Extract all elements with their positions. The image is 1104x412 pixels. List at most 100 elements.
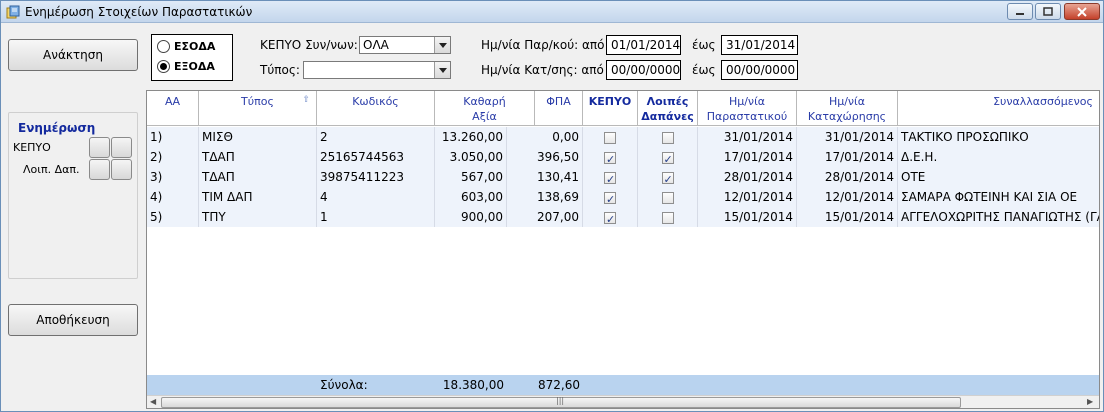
cell-aa: 5): [147, 207, 199, 227]
col-header-docdate[interactable]: Ημ/νία Παραστατικού: [698, 91, 797, 126]
col-header-code[interactable]: Κωδικός: [317, 91, 435, 126]
cell-aa: 2): [147, 147, 199, 167]
kepyo-filter-label: ΚΕΠΥΟ Συν/νων:: [260, 38, 358, 52]
grip-icon: |||: [556, 396, 565, 405]
reg-date-from-input[interactable]: 00/00/0000: [606, 60, 681, 80]
cell-code: 1: [317, 207, 435, 227]
col-header-other[interactable]: Λοιπές Δαπάνες: [638, 91, 698, 126]
col-header-type[interactable]: Τύπος ⇧: [199, 91, 317, 126]
kepyo-filter-select[interactable]: ΟΛΑ: [359, 36, 451, 54]
minimize-button[interactable]: [1007, 3, 1033, 20]
other-checkbox[interactable]: [661, 150, 674, 167]
cell-code: 2: [317, 127, 435, 147]
table-row[interactable]: 1) ΜΙΣΘ 2 13.260,00 0,00 31/01/2014 31/01/2014…: [147, 127, 1099, 147]
col-header-party[interactable]: Συναλλασσόμενος: [898, 91, 1099, 126]
col-header-net[interactable]: Καθαρή Αξία: [435, 91, 535, 126]
kepyo-filter-value: ΟΛΑ: [363, 38, 389, 52]
window-title: Ενημέρωση Στοιχείων Παραστατικών: [25, 5, 253, 19]
cell-regdate: 15/01/2014: [797, 207, 898, 227]
documents-grid[interactable]: ΑΑ Τύπος ⇧ Κωδικός Καθαρή Αξία ΦΠΑ ΚΕΠΥΟ …: [146, 90, 1100, 409]
cell-docdate: 15/01/2014: [698, 207, 797, 227]
cell-other: [638, 147, 698, 167]
scroll-right-icon[interactable]: ▶: [1087, 397, 1093, 406]
table-row[interactable]: 5)ΤΠΥ1900,00207,0015/01/201415/01/2014ΑΓ…: [147, 207, 1099, 227]
title-bar[interactable]: Ενημέρωση Στοιχείων Παραστατικών: [1, 1, 1103, 23]
reg-date-to-input[interactable]: 00/00/0000: [721, 60, 798, 80]
cell-code: 25165744563: [317, 147, 435, 167]
cell-code: 4: [317, 187, 435, 207]
cell-regdate: 17/01/2014: [797, 147, 898, 167]
table-row[interactable]: 3)ΤΔΑΠ39875411223567,00 130,41 28/01/20142…: [147, 167, 1099, 187]
type-filter-label: Τύπος:: [260, 63, 300, 77]
minimize-icon: [1016, 12, 1024, 15]
cell-party: ΤΑΚΤΙΚΟ ΠΡΟΣΩΠΙΚΟ: [898, 127, 1099, 147]
type-filter-select[interactable]: [303, 61, 451, 79]
radio-expense-circle[interactable]: [157, 60, 170, 73]
close-button[interactable]: [1064, 3, 1100, 20]
cell-type: ΜΙΣΘ: [199, 127, 317, 147]
cell-type: ΤΠΥ: [199, 207, 317, 227]
other-check-all-button[interactable]: [89, 159, 110, 180]
radio-expense[interactable]: ΕΞΟΔΑ: [157, 60, 215, 73]
cell-kepyo: [583, 147, 638, 167]
kepyo-checkbox[interactable]: [604, 170, 616, 187]
col-header-regdate[interactable]: Ημ/νία Καταχώρησης: [797, 91, 898, 126]
radio-income-circle[interactable]: [157, 40, 170, 53]
cell-docdate: 17/01/2014: [698, 147, 797, 167]
cell-docdate: 12/01/2014: [698, 187, 797, 207]
cell-party: ΟΤΕ: [898, 167, 1099, 187]
totals-net: 18.380,00: [442, 378, 504, 392]
maximize-button[interactable]: [1035, 3, 1061, 20]
chevron-down-icon[interactable]: [434, 37, 450, 53]
retrieve-button[interactable]: Ανάκτηση: [8, 39, 138, 71]
cell-code: 39875411223: [317, 167, 435, 187]
doc-date-to-input[interactable]: 31/01/2014: [721, 35, 798, 55]
table-row[interactable]: 4)ΤΙΜ ΔΑΠ4603,00 138,69 12/01/201412/01/20…: [147, 187, 1099, 207]
other-uncheck-all-button[interactable]: [111, 159, 132, 180]
cell-net: 13.260,00: [435, 127, 507, 147]
other-checkbox[interactable]: [661, 131, 674, 144]
cell-net: 900,00: [435, 207, 507, 227]
horizontal-scrollbar[interactable]: ◀ ||| ▶: [147, 395, 1099, 408]
col-header-vat[interactable]: ΦΠΑ: [535, 91, 583, 126]
totals-row: Σύνολα: 18.380,00 872,60: [147, 375, 1099, 395]
kepyo-checkbox[interactable]: [604, 150, 616, 167]
cell-type: ΤΙΜ ΔΑΠ: [199, 187, 317, 207]
kepyo-checkbox[interactable]: [604, 131, 616, 144]
other-checkbox[interactable]: [661, 191, 674, 204]
cell-docdate: 31/01/2014: [698, 127, 797, 147]
radio-income[interactable]: ΕΣΟΔΑ: [157, 40, 215, 53]
cell-regdate: 28/01/2014: [797, 167, 898, 187]
kepyo-checkbox[interactable]: [604, 190, 616, 207]
cell-vat: 0,00: [527, 127, 583, 147]
direction-radio-group: ΕΣΟΔΑ ΕΞΟΔΑ: [151, 34, 233, 81]
scrollbar-thumb[interactable]: |||: [161, 396, 961, 408]
save-button[interactable]: Αποθήκευση: [8, 304, 138, 336]
radio-expense-label: ΕΞΟΔΑ: [174, 60, 215, 73]
kepyo-check-all-button[interactable]: [89, 137, 110, 158]
doc-date-from-input[interactable]: 01/01/2014: [606, 35, 681, 55]
kepyo-uncheck-all-button[interactable]: [111, 137, 132, 158]
reg-date-to-label: έως: [692, 63, 716, 77]
cell-vat: 130,41: [527, 167, 583, 187]
other-checkbox[interactable]: [661, 170, 674, 187]
scroll-left-icon[interactable]: ◀: [150, 397, 156, 406]
cell-other: [638, 207, 698, 227]
cell-vat: 396,50: [527, 147, 583, 167]
cell-other: [638, 187, 698, 207]
cell-other: [638, 127, 698, 147]
cell-party: ΑΓΓΕΛΟΧΩΡΙΤΗΣ ΠΑΝΑΓΙΩΤΗΣ (ΓΑ: [898, 207, 1099, 227]
close-icon: [1077, 6, 1087, 17]
maximize-icon: [1043, 7, 1053, 16]
cell-aa: 3): [147, 167, 199, 187]
main-window: Ενημέρωση Στοιχείων Παραστατικών Ανάκτησ…: [0, 0, 1104, 412]
other-checkbox[interactable]: [661, 211, 674, 224]
col-header-aa[interactable]: ΑΑ: [147, 91, 199, 126]
col-header-kepyo[interactable]: ΚΕΠΥΟ: [583, 91, 638, 126]
sort-asc-icon: ⇧: [302, 95, 310, 105]
table-row[interactable]: 2)ΤΔΑΠ251657445633.050,00 396,50 17/01/201…: [147, 147, 1099, 167]
kepyo-checkbox[interactable]: [604, 210, 616, 227]
cell-regdate: 31/01/2014: [797, 127, 898, 147]
chevron-down-icon[interactable]: [434, 62, 450, 78]
cell-vat: 207,00: [527, 207, 583, 227]
